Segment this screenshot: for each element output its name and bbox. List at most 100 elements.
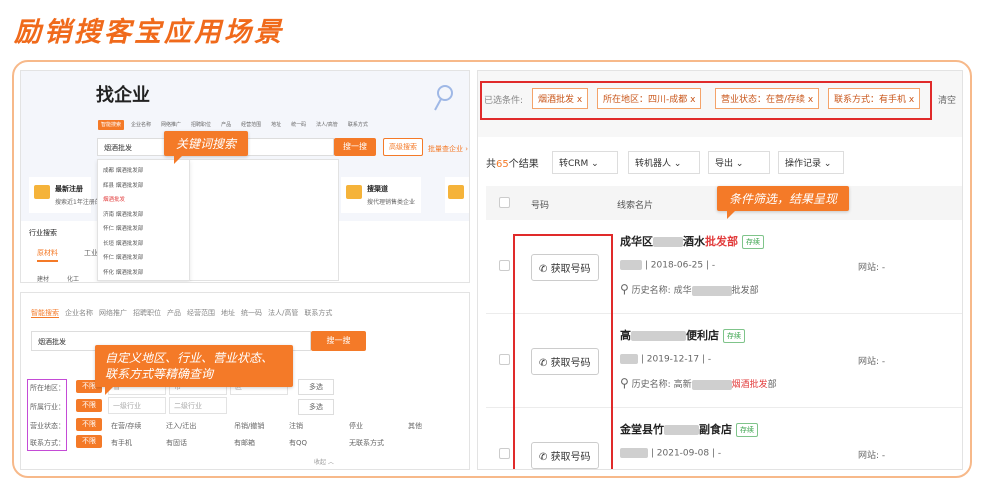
col-number: 号码 [531, 201, 550, 211]
search-type-tabs: 智能搜索 企业名称 网络推广 招聘职位 产品 经营范围 地址 统一码 法人/高管 联系方式 [31, 308, 332, 318]
suggestion-item[interactable]: 长垣 烟酒批发部 [103, 237, 184, 252]
search-tab[interactable]: 统一码 [241, 308, 262, 318]
industry-l1-select[interactable]: 一级行业 [108, 397, 166, 414]
status-badge: 存续 [723, 329, 745, 343]
card-title: 搜渠道 [367, 185, 388, 193]
contact-option[interactable]: 有固话 [166, 438, 187, 448]
search-tab[interactable]: 经营范围 [238, 120, 264, 130]
search-tab[interactable]: 企业名称 [128, 120, 154, 130]
search-tab[interactable]: 联系方式 [304, 308, 332, 318]
suggestion-dropdown-right [189, 159, 339, 281]
box-icon [34, 185, 50, 199]
search-tab[interactable]: 地址 [268, 120, 284, 130]
partial-card [445, 177, 469, 213]
industry-item[interactable]: 化工 [67, 274, 79, 282]
industry-item[interactable]: 建材 [37, 274, 49, 282]
condition-tag[interactable]: 所在地区：四川-成都 x [597, 88, 702, 109]
search-tab[interactable]: 招聘职位 [188, 120, 214, 130]
row-checkbox[interactable] [499, 260, 510, 271]
keyword-search-panel: 找企业 智能搜索 企业名称 网络推广 招聘职位 产品 经营范围 地址 统一码 法人/高管 联系方式… [20, 70, 470, 283]
company-meta: | 2019-12-17 | - [620, 354, 711, 365]
search-button[interactable]: 搜一搜 [334, 138, 376, 156]
condition-tag[interactable]: 联系方式：有手机 x [828, 88, 921, 109]
col-lead-card: 线索名片 [617, 201, 654, 211]
search-tab[interactable]: 法人/高管 [268, 308, 298, 318]
action-dropdown-3[interactable]: 操作记录 ⌄ [778, 151, 844, 174]
suggestion-item[interactable]: 济南 烟酒批发部 [103, 208, 184, 223]
region-multi-button[interactable]: 多选 [298, 379, 334, 395]
search-tab[interactable]: 网络推广 [99, 308, 127, 318]
result-count: 共65个结果 [486, 159, 539, 170]
collapse-link[interactable]: 收起 ︿ [314, 457, 334, 466]
card-subtitle: 搜代理销售类企业 [367, 199, 416, 206]
search-tab[interactable]: 产品 [167, 308, 181, 318]
suggestion-item[interactable]: 怀仁 烟酒批发部 [103, 222, 184, 237]
website: 网站: - [858, 357, 886, 367]
number-column-highlight [513, 234, 613, 469]
company-meta: | 2018-06-25 | - [620, 260, 715, 271]
suggestion-dropdown: 成都 烟酒批发部 辉县 烟酒批发部 烟酒批发 济南 烟酒批发部 怀仁 烟酒批发部 长垣 烟… [97, 159, 190, 281]
industry-tab[interactable]: 原材料 [37, 248, 58, 262]
status-unlimited[interactable]: 不限 [76, 418, 102, 431]
status-badge: 存续 [736, 423, 758, 437]
filter-result-callout: 条件筛选，结果呈现 [717, 186, 850, 219]
search-tab[interactable]: 招聘职位 [133, 308, 161, 318]
suggestion-item[interactable]: 成都 烟酒批发部 [103, 164, 184, 179]
contact-option[interactable]: 有手机 [111, 438, 132, 448]
row-checkbox[interactable] [499, 448, 510, 459]
search-tab[interactable]: 智能搜索 [98, 120, 125, 130]
industry-l2-select[interactable]: 二级行业 [169, 397, 227, 414]
status-option[interactable]: 吊销/撤销 [234, 421, 264, 431]
search-tab[interactable]: 产品 [218, 120, 234, 130]
status-option[interactable]: 在营/存续 [111, 421, 141, 431]
action-dropdown-0[interactable]: 转CRM ⌄ [552, 151, 618, 174]
select-all-checkbox[interactable] [499, 197, 510, 208]
contact-option[interactable]: 无联系方式 [349, 438, 384, 448]
latest-registered-card[interactable]: 最新注册 搜索近1年注册的企业 [29, 177, 113, 213]
industry-label: 所属行业： [30, 403, 65, 411]
website: 网站: - [858, 263, 886, 273]
status-option[interactable]: 其他 [408, 421, 422, 431]
advanced-search-button[interactable]: 高级搜索 [383, 138, 423, 156]
history-name: ⚲ 历史名称: 高新 烟酒批发部 [620, 376, 777, 390]
batch-search-link[interactable]: 批量查企业 › [428, 144, 468, 154]
search-tab[interactable]: 智能搜索 [31, 308, 59, 318]
industry-tab[interactable]: 工业 [84, 248, 98, 258]
industry-unlimited[interactable]: 不限 [76, 399, 102, 412]
row-checkbox[interactable] [499, 354, 510, 365]
page-title: 励销搜客宝应用场景 [14, 17, 284, 48]
search-tab[interactable]: 网络推广 [158, 120, 184, 130]
custom-query-callout: 自定义地区、行业、营业状态、联系方式等精确查询 [95, 345, 293, 395]
company-name[interactable]: 金堂县竹 副食店 存续 [620, 421, 758, 437]
search-icon: ⚲ [620, 282, 629, 296]
suggestion-item[interactable]: 怀仁 烟酒批发部 [103, 251, 184, 266]
company-name[interactable]: 高便利店 存续 [620, 327, 745, 343]
keyword-search-callout: 关键词搜索 [164, 131, 249, 164]
channel-card[interactable]: 搜渠道 搜代理销售类企业 [341, 177, 421, 213]
search-tab[interactable]: 联系方式 [345, 120, 371, 130]
clear-conditions-link[interactable]: 清空 [938, 93, 956, 106]
contact-unlimited[interactable]: 不限 [76, 435, 102, 448]
status-option[interactable]: 注销 [289, 421, 303, 431]
search-tab[interactable]: 法人/高管 [313, 120, 341, 130]
status-label: 营业状态： [30, 422, 65, 430]
status-option[interactable]: 迁入/迁出 [166, 421, 196, 431]
search-tab[interactable]: 统一码 [288, 120, 309, 130]
box-icon [448, 185, 464, 199]
contact-option[interactable]: 有邮箱 [234, 438, 255, 448]
search-tab[interactable]: 地址 [221, 308, 235, 318]
search-tab[interactable]: 企业名称 [65, 308, 93, 318]
company-name[interactable]: 成华区 酒水批发部 存续 [620, 233, 764, 249]
industry-multi-button[interactable]: 多选 [298, 399, 334, 415]
suggestion-item[interactable]: 烟酒批发 [103, 193, 184, 208]
search-tab[interactable]: 经营范围 [187, 308, 215, 318]
filter-search-button[interactable]: 搜一搜 [311, 331, 366, 351]
condition-tag[interactable]: 营业状态：在营/存续 x [715, 88, 820, 109]
action-dropdown-1[interactable]: 转机器人 ⌄ [628, 151, 700, 174]
condition-tag[interactable]: 烟酒批发 x [532, 88, 589, 109]
contact-option[interactable]: 有QQ [289, 438, 307, 448]
suggestion-item[interactable]: 辉县 烟酒批发部 [103, 179, 184, 194]
suggestion-item[interactable]: 怀化 烟酒批发部 [103, 266, 184, 281]
status-option[interactable]: 停业 [349, 421, 363, 431]
action-dropdown-2[interactable]: 导出 ⌄ [708, 151, 770, 174]
